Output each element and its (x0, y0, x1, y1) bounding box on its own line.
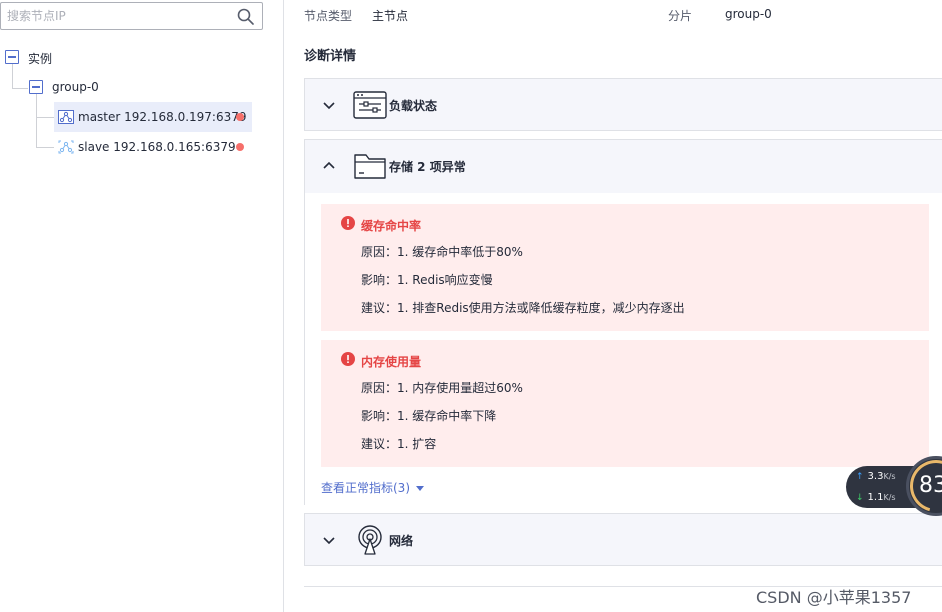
node-type-value: 主节点 (372, 9, 409, 23)
diagnosis-section-title: 诊断详情 (304, 49, 357, 64)
search-box[interactable] (0, 2, 263, 30)
alert-cause: 原因：1. 内存使用量超过60% (361, 381, 523, 395)
error-icon (341, 216, 355, 230)
panel-load-status-title: 负载状态 (389, 99, 438, 113)
panel-storage-body: 缓存命中率 原因：1. 缓存命中率低于80% 影响：1. Redis响应变慢 建… (305, 193, 942, 505)
alert-suggestion: 建议：1. 扩容 (361, 437, 437, 451)
tree-collapse-toggle-group[interactable] (29, 80, 43, 94)
tree-root-label[interactable]: 实例 (28, 50, 52, 67)
view-normal-metrics-label: 查看正常指标(3) (321, 481, 410, 495)
upload-speed-unit: K/s (883, 472, 896, 481)
panel-network-title: 网络 (389, 534, 414, 548)
tree-node-slave[interactable]: slave 192.168.0.165:6379 (54, 132, 252, 162)
alert-title: 内存使用量 (361, 355, 422, 369)
alert-memory-usage: 内存使用量 原因：1. 内存使用量超过60% 影响：1. 缓存命中率下降 建议：… (321, 340, 929, 467)
tree-connector (12, 88, 28, 89)
upload-speed: ↑ 3.3K/s (856, 471, 896, 482)
status-dot-slave (236, 143, 244, 151)
panel-network: 网络 (304, 513, 942, 566)
search-input[interactable] (1, 3, 221, 29)
watermark: CSDN @小苹果1357 (756, 588, 912, 607)
slave-node-icon (58, 140, 74, 154)
master-node-icon (58, 110, 74, 124)
panel-storage-title: 存储 2 项异常 (389, 160, 466, 174)
panel-storage: 存储 2 项异常 缓存命中率 原因：1. 缓存命中率低于80% 影响：1. Re… (304, 139, 942, 505)
panel-load-status: 负载状态 (304, 78, 942, 131)
storage-folder-icon (354, 154, 386, 179)
alert-impact: 影响：1. Redis响应变慢 (361, 273, 493, 287)
panel-network-header[interactable]: 网络 (305, 514, 942, 566)
caret-down-icon (416, 486, 424, 491)
tree-connector (36, 94, 37, 148)
network-icon (358, 525, 382, 555)
alert-cache-hit-rate: 缓存命中率 原因：1. 缓存命中率低于80% 影响：1. Redis响应变慢 建… (321, 204, 929, 331)
tree-collapse-toggle-root[interactable] (5, 50, 19, 64)
upload-speed-value: 3.3 (867, 471, 884, 482)
alert-cause: 原因：1. 缓存命中率低于80% (361, 245, 523, 259)
error-icon (341, 352, 355, 366)
node-type-key: 节点类型 (304, 9, 353, 23)
search-icon[interactable] (237, 8, 254, 25)
shard-key: 分片 (668, 9, 693, 23)
download-speed-value: 1.1 (867, 492, 884, 503)
alert-title: 缓存命中率 (361, 219, 422, 233)
download-speed-unit: K/s (883, 493, 896, 502)
tree-connector (36, 117, 54, 118)
tree-connector (36, 147, 54, 148)
panel-storage-header[interactable]: 存储 2 项异常 (305, 140, 942, 192)
tree-node-label: master 192.168.0.197:6379 (78, 110, 247, 124)
download-speed: ↓ 1.1K/s (856, 492, 896, 503)
view-normal-metrics-link[interactable]: 查看正常指标(3) (321, 479, 424, 496)
tree-connector (12, 64, 13, 88)
tree-group-label[interactable]: group-0 (52, 80, 99, 94)
download-arrow-icon: ↓ (856, 493, 864, 503)
chevron-down-icon[interactable] (323, 99, 335, 111)
alert-suggestion: 建议：1. 排查Redis使用方法或降低缓存粒度，减少内存逐出 (361, 301, 685, 315)
chevron-up-icon[interactable] (323, 160, 335, 172)
left-tree-panel: 实例 group-0 master 192.168.0.197:6379 sla… (0, 0, 284, 612)
tree-node-master[interactable]: master 192.168.0.197:6379 (54, 102, 252, 132)
status-dot-master (236, 113, 244, 121)
panel-load-status-header[interactable]: 负载状态 (305, 79, 942, 131)
chevron-down-icon[interactable] (323, 534, 335, 546)
upload-arrow-icon: ↑ (856, 472, 864, 482)
speed-ring-value: 83 (919, 473, 942, 498)
tree-node-label: slave 192.168.0.165:6379 (78, 140, 236, 154)
shard-value: group-0 (725, 7, 772, 21)
alert-impact: 影响：1. 缓存命中率下降 (361, 409, 497, 423)
load-status-icon (353, 91, 387, 119)
